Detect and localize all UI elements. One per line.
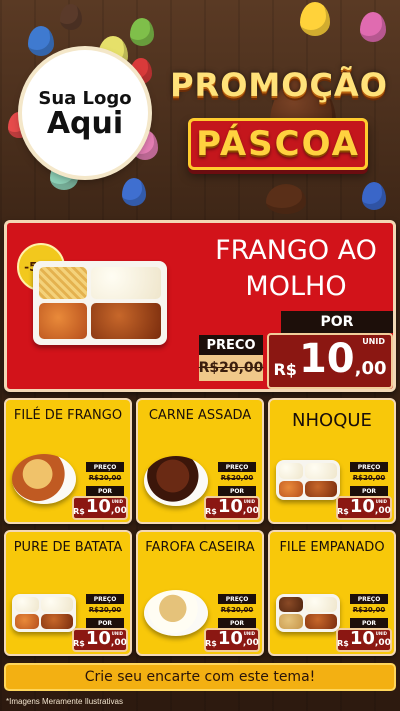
product-card-file-empanado: FILE EMPANADO PREÇO R$20,00 POR UNID R$ … xyxy=(268,530,396,656)
preco-label: PREÇO xyxy=(86,462,124,472)
price-cents: ,00 xyxy=(374,506,391,516)
por-label: POR xyxy=(350,618,388,628)
new-price: UNID R$ 10 ,00 xyxy=(72,496,128,520)
promo-title: PROMOÇÃO xyxy=(170,66,388,104)
preco-label: PRECO xyxy=(199,335,263,355)
card-title: FILE EMPANADO xyxy=(279,540,385,555)
food-plate-image xyxy=(12,454,76,504)
food-plate-image xyxy=(144,590,208,636)
old-price: R$20,00 xyxy=(88,606,122,614)
unit-label: UNID xyxy=(362,337,385,346)
price-integer: 10 xyxy=(85,496,111,517)
chocolate-egg-icon xyxy=(266,184,306,214)
currency-symbol: R$ xyxy=(273,360,297,379)
product-card-carne-assada: CARNE ASSADA PREÇO R$20,00 POR UNID R$ 1… xyxy=(136,398,264,524)
price-integer: 10 xyxy=(349,496,375,517)
preco-label: PREÇO xyxy=(218,594,256,604)
price-integer: 10 xyxy=(298,336,355,382)
preco-label: PREÇO xyxy=(350,462,388,472)
price-integer: 10 xyxy=(85,628,111,649)
currency-symbol: R$ xyxy=(205,639,217,648)
price-cents: ,00 xyxy=(110,506,127,516)
easter-egg-icon xyxy=(60,4,82,30)
por-label: POR xyxy=(218,618,256,628)
new-price: UNID R$ 10 ,00 xyxy=(336,628,392,652)
product-card-file-de-frango: FILÉ DE FRANGO PREÇO R$20,00 POR UNID R$… xyxy=(4,398,132,524)
logo-placeholder: Sua Logo Aqui xyxy=(22,50,148,176)
food-tray-image xyxy=(276,460,340,500)
currency-symbol: R$ xyxy=(73,507,85,516)
easter-egg-icon xyxy=(362,182,386,210)
card-title: PURE DE BATATA xyxy=(13,540,123,555)
por-label: POR xyxy=(218,486,256,496)
price-cents: ,00 xyxy=(242,506,259,516)
promo-subtitle: PÁSCOA xyxy=(196,124,360,164)
por-label: POR xyxy=(281,311,393,333)
product-card-pure-de-batata: PURE DE BATATA PREÇO R$20,00 POR UNID R$… xyxy=(4,530,132,656)
food-tray-image xyxy=(33,261,167,345)
unit-label: UNID xyxy=(111,499,123,504)
currency-symbol: R$ xyxy=(205,507,217,516)
easter-egg-icon xyxy=(300,2,330,36)
easter-egg-icon xyxy=(28,26,54,56)
old-price: R$20,00 xyxy=(220,606,254,614)
pascoa-banner: PÁSCOA xyxy=(188,118,368,170)
old-price: R$20,00 xyxy=(199,355,263,381)
new-price: UNID R$ 10 ,00 xyxy=(204,496,260,520)
unit-label: UNID xyxy=(243,499,255,504)
price-cents: ,00 xyxy=(354,358,387,379)
por-label: POR xyxy=(350,486,388,496)
cta-banner[interactable]: Crie seu encarte com este tema! xyxy=(4,663,396,691)
por-label: POR xyxy=(86,618,124,628)
price-integer: 10 xyxy=(349,628,375,649)
card-title: CARNE ASSADA xyxy=(148,408,252,423)
featured-title-line1: FRANGO AO xyxy=(215,235,377,266)
currency-symbol: R$ xyxy=(337,507,349,516)
disclaimer: *Imagens Meramente Ilustrativas xyxy=(6,697,123,706)
featured-title: FRANGO AO MOLHO xyxy=(201,233,391,305)
easter-egg-icon xyxy=(122,178,146,206)
unit-label: UNID xyxy=(243,631,255,636)
flyer-page: Sua Logo Aqui PROMOÇÃO PÁSCOA -50% FRANG… xyxy=(0,0,400,711)
price-cents: ,00 xyxy=(242,638,259,648)
preco-label: PREÇO xyxy=(86,594,124,604)
easter-egg-icon xyxy=(360,12,386,42)
unit-label: UNID xyxy=(375,499,387,504)
currency-symbol: R$ xyxy=(73,639,85,648)
food-tray-image xyxy=(12,594,76,632)
card-title: NHOQUE xyxy=(292,410,372,431)
preco-label: PREÇO xyxy=(350,594,388,604)
new-price: UNID R$ 10 ,00 xyxy=(267,333,393,389)
por-label: POR xyxy=(86,486,124,496)
price-cents: ,00 xyxy=(110,638,127,648)
logo-text-line2: Aqui xyxy=(46,105,124,141)
unit-label: UNID xyxy=(111,631,123,636)
food-plate-image xyxy=(144,456,208,506)
new-price: UNID R$ 10 ,00 xyxy=(336,496,392,520)
old-price: R$20,00 xyxy=(88,474,122,482)
featured-title-line2: MOLHO xyxy=(245,271,347,302)
price-integer: 10 xyxy=(217,496,243,517)
old-price: R$20,00 xyxy=(352,606,386,614)
card-title: FAROFA CASEIRA xyxy=(145,540,255,555)
food-tray-image xyxy=(276,594,340,632)
price-cents: ,00 xyxy=(374,638,391,648)
card-title: FILÉ DE FRANGO xyxy=(13,408,123,423)
old-price: R$20,00 xyxy=(352,474,386,482)
new-price: UNID R$ 10 ,00 xyxy=(72,628,128,652)
product-card-farofa-caseira: FAROFA CASEIRA PREÇO R$20,00 POR UNID R$… xyxy=(136,530,264,656)
unit-label: UNID xyxy=(375,631,387,636)
price-integer: 10 xyxy=(217,628,243,649)
new-price: UNID R$ 10 ,00 xyxy=(204,628,260,652)
product-card-nhoque: NHOQUE PREÇO R$20,00 POR UNID R$ 10 ,00 xyxy=(268,398,396,524)
header: Sua Logo Aqui PROMOÇÃO PÁSCOA xyxy=(0,0,400,214)
currency-symbol: R$ xyxy=(337,639,349,648)
preco-label: PREÇO xyxy=(218,462,256,472)
featured-product: -50% FRANGO AO MOLHO PRECO R$20,00 POR U… xyxy=(4,220,396,392)
easter-egg-icon xyxy=(130,18,154,46)
old-price: R$20,00 xyxy=(220,474,254,482)
